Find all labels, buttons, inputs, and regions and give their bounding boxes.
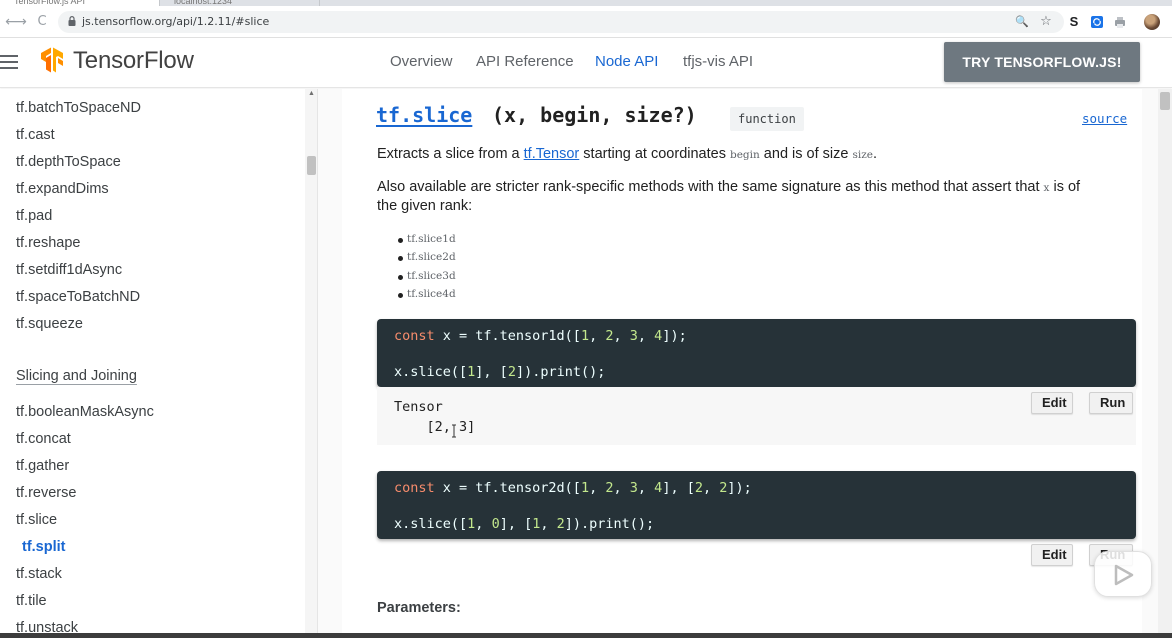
sidebar-item-active[interactable]: tf.split bbox=[22, 539, 66, 555]
main-scrollbar[interactable] bbox=[1158, 89, 1172, 638]
function-kind-badge: function bbox=[730, 107, 804, 131]
function-description: Extracts a slice from a tf.Tensor starti… bbox=[377, 146, 877, 162]
list-item: tf.slice3d bbox=[398, 270, 456, 282]
sidebar-nav: tf.batchToSpaceND tf.cast tf.depthToSpac… bbox=[0, 89, 318, 638]
site-header: TensorFlow Overview API Reference Node A… bbox=[0, 38, 1172, 88]
sidebar-item[interactable]: tf.stack bbox=[16, 566, 62, 582]
function-name-link[interactable]: tf.slice bbox=[376, 103, 472, 127]
taskbar-strip bbox=[0, 633, 1172, 638]
run-button[interactable]: Run bbox=[1089, 392, 1133, 414]
edit-button[interactable]: Edit bbox=[1031, 392, 1073, 414]
scroll-up-icon[interactable]: ▲ bbox=[305, 89, 317, 99]
output-line: Tensor bbox=[394, 399, 443, 415]
profile-avatar[interactable] bbox=[1144, 14, 1160, 30]
code-line: const x = tf.tensor2d([1, 2, 3, 4], [2, … bbox=[394, 480, 752, 496]
sidebar-item[interactable]: tf.squeeze bbox=[16, 316, 83, 332]
sidebar-item[interactable]: tf.cast bbox=[16, 127, 55, 143]
extension-printer-icon[interactable] bbox=[1112, 14, 1128, 30]
code-editor-example-2[interactable]: const x = tf.tensor2d([1, 2, 3, 4], [2, … bbox=[377, 471, 1136, 539]
rank-methods-intro-line2: the given rank: bbox=[377, 198, 473, 214]
sidebar-item[interactable]: tf.reshape bbox=[16, 235, 81, 251]
tensor-link[interactable]: tf.Tensor bbox=[524, 146, 580, 162]
code-editor-example-1[interactable]: const x = tf.tensor1d([1, 2, 3, 4]); x.s… bbox=[377, 319, 1136, 387]
url-text: js.tensorflow.org/api/1.2.11/#slice bbox=[82, 15, 270, 28]
code-line: x.slice([1], [2]).print(); bbox=[394, 364, 606, 380]
extension-s-icon[interactable]: S bbox=[1066, 14, 1082, 30]
list-item: tf.slice2d bbox=[398, 251, 456, 263]
nav-tfjs-vis-api[interactable]: tfjs-vis API bbox=[683, 53, 753, 70]
tensorflow-logo-icon[interactable] bbox=[38, 46, 66, 74]
edit-button[interactable]: Edit bbox=[1031, 544, 1073, 566]
extension-sync-icon[interactable] bbox=[1089, 14, 1105, 30]
menu-icon[interactable] bbox=[0, 55, 18, 69]
video-play-overlay[interactable] bbox=[1094, 551, 1152, 597]
function-signature: (x, begin, size?) bbox=[492, 103, 697, 127]
browser-toolbar: ← → C js.tensorflow.org/api/1.2.11/#slic… bbox=[0, 6, 1172, 38]
nav-node-api[interactable]: Node API bbox=[595, 53, 658, 70]
sidebar-item[interactable]: tf.slice bbox=[16, 512, 57, 528]
brand-name[interactable]: TensorFlow bbox=[73, 47, 194, 75]
forward-icon[interactable]: → bbox=[12, 13, 30, 31]
sidebar-item[interactable]: tf.setdiff1dAsync bbox=[16, 262, 122, 278]
sidebar-item[interactable]: tf.spaceToBatchND bbox=[16, 289, 140, 305]
lock-icon bbox=[68, 16, 76, 26]
rank-methods-intro: Also available are stricter rank-specifi… bbox=[377, 179, 1081, 195]
bookmark-star-icon[interactable]: ☆ bbox=[1038, 14, 1054, 30]
parameters-heading: Parameters: bbox=[377, 600, 461, 616]
sidebar-item[interactable]: tf.tile bbox=[16, 593, 47, 609]
sidebar-item[interactable]: tf.gather bbox=[16, 458, 69, 474]
list-item: tf.slice4d bbox=[398, 288, 456, 300]
text-cursor-icon bbox=[452, 424, 456, 438]
nav-api-reference[interactable]: API Reference bbox=[476, 53, 574, 70]
try-tensorflowjs-button[interactable]: TRY TENSORFLOW.JS! bbox=[944, 42, 1140, 82]
sidebar-item[interactable]: tf.concat bbox=[16, 431, 71, 447]
sidebar-item[interactable]: tf.depthToSpace bbox=[16, 154, 121, 170]
example-1-output: Tensor [2, 3] bbox=[377, 387, 1136, 445]
output-line: [2, 3] bbox=[394, 419, 476, 435]
code-line: const x = tf.tensor1d([1, 2, 3, 4]); bbox=[394, 328, 687, 344]
reload-icon[interactable]: C bbox=[33, 13, 51, 31]
zoom-icon[interactable]: 🔍 bbox=[1014, 14, 1030, 30]
code-line: x.slice([1, 0], [1, 2]).print(); bbox=[394, 516, 655, 532]
address-bar[interactable]: js.tensorflow.org/api/1.2.11/#slice 🔍 ☆ bbox=[58, 11, 1064, 33]
main-scroll-thumb[interactable] bbox=[1160, 92, 1170, 110]
sidebar-item[interactable]: tf.expandDims bbox=[16, 181, 109, 197]
sidebar-item[interactable]: tf.booleanMaskAsync bbox=[16, 404, 154, 420]
list-item: tf.slice1d bbox=[398, 233, 456, 245]
sidebar-section-heading[interactable]: Slicing and Joining bbox=[16, 368, 137, 384]
sidebar-scroll-thumb[interactable] bbox=[307, 156, 316, 175]
sidebar-item[interactable]: tf.pad bbox=[16, 208, 52, 224]
sidebar-item[interactable]: tf.reverse bbox=[16, 485, 76, 501]
source-link[interactable]: source bbox=[1082, 111, 1127, 126]
play-icon[interactable] bbox=[1113, 563, 1135, 587]
nav-overview[interactable]: Overview bbox=[390, 53, 453, 70]
sidebar-item[interactable]: tf.batchToSpaceND bbox=[16, 100, 141, 116]
